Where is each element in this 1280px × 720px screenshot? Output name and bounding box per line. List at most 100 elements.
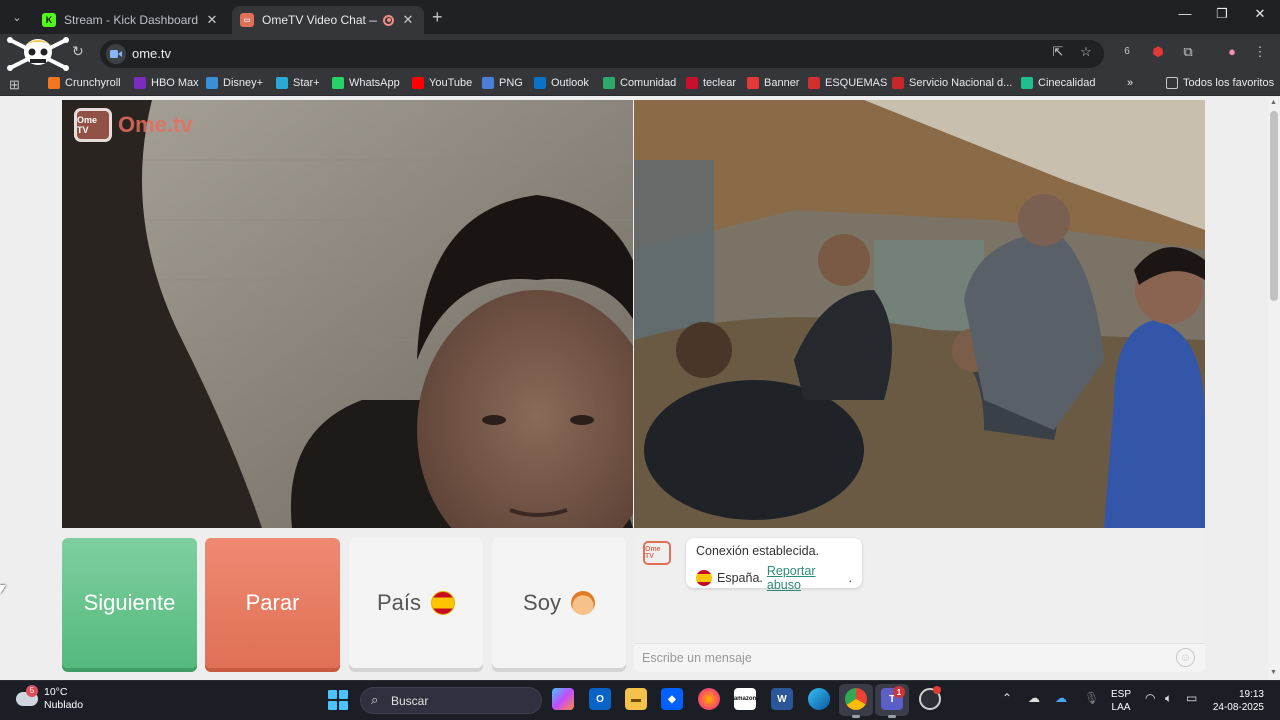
onedrive-icon[interactable]: ☁ [1055,691,1067,705]
bookmarks-overflow-button[interactable]: » [1127,77,1133,89]
scroll-down-icon[interactable]: ▼ [1270,669,1277,676]
page-scrollbar[interactable]: ▲ ▼ [1268,97,1280,680]
copilot-icon[interactable] [552,688,574,710]
apps-button[interactable]: ⊞ [9,77,20,93]
bookmark-item[interactable]: Banner [747,77,799,89]
system-clock[interactable]: 19:13 24-08-2025 [1212,688,1264,714]
next-button[interactable]: Siguiente [62,538,197,668]
teclear-icon [686,77,698,89]
smiley-icon: ☺ [1179,651,1192,664]
bookmark-item[interactable]: PNG [482,77,523,89]
report-abuse-link[interactable]: Reportar abuso [767,564,849,592]
bookmark-label: Crunchyroll [65,77,121,89]
battery-icon[interactable]: ▭ [1186,691,1197,705]
outlook-icon[interactable]: O [589,688,611,710]
folder-icon [1166,77,1178,89]
extensions-button[interactable]: ⧉ [1178,44,1198,60]
bookmark-item[interactable]: Crunchyroll [48,77,121,89]
camera-permission-icon[interactable] [106,44,126,64]
chrome-icon[interactable] [845,688,867,710]
stop-button[interactable]: Parar [205,538,340,668]
logo-badge-text: Ome TV [77,115,98,135]
windows-logo-tile [339,690,348,699]
crunchyroll-icon [48,77,60,89]
scrollbar-thumb[interactable] [1270,111,1278,301]
bookmark-item[interactable]: Servicio Nacional d... [892,77,1012,89]
all-bookmarks-folder[interactable]: Todos los favoritos [1166,77,1274,89]
close-icon: ✕ [1254,6,1266,21]
weather-badge: 5 [26,685,38,697]
ometv-logo-text: Ome.tv [118,112,193,137]
reload-button[interactable]: ↻ [72,43,84,60]
extension-counter[interactable]: 6 [1117,46,1137,57]
language-code: ESP [1111,689,1132,700]
bookmark-item[interactable]: Outlook [534,77,589,89]
gender-select-button[interactable]: Soy [492,538,626,668]
chat-message-input[interactable] [642,648,1162,668]
close-tab-icon[interactable]: ✕ [400,12,416,28]
weather-widget[interactable]: 5 10°C Nublado [16,685,83,712]
file-explorer-icon[interactable]: ▬ [625,688,647,710]
close-window-button[interactable]: ✕ [1245,6,1275,22]
firefox-icon[interactable] [698,688,720,710]
close-tab-icon[interactable]: ✕ [204,12,220,28]
edge-icon[interactable] [808,688,830,710]
boy-avatar-icon [570,591,595,615]
bookmark-item[interactable]: Star+ [276,77,320,89]
microphone-icon[interactable]: 🎙︎ [1084,691,1099,705]
stop-label: Parar [245,590,300,615]
wifi-icon[interactable]: ◠ [1145,691,1155,705]
windows-logo-tile [339,701,348,710]
language-indicator[interactable]: ESP LAA [1111,688,1131,714]
bookmark-item[interactable]: YouTube [412,77,472,89]
cloud-icon: 5 [16,685,38,706]
temperature: 10°C [44,686,68,698]
maximize-button[interactable]: ❐ [1207,6,1237,22]
windows-logo-icon [328,690,337,699]
extension-red-button[interactable]: ⬢ [1148,44,1168,60]
bookmark-label: PNG [499,77,523,89]
bookmark-star-button[interactable]: ☆ [1076,44,1096,60]
install-icon: ⇱ [1052,44,1064,59]
bookmark-item[interactable]: ESQUEMAS [808,77,887,89]
system-message: Conexión establecida. España. Reportar a… [686,538,862,592]
menu-button[interactable]: ⋮ [1250,44,1270,60]
emoji-button[interactable]: ☺ [1176,648,1195,667]
bookmark-label: Disney+ [223,77,264,89]
volume-icon[interactable]: 🔈︎ [1165,691,1172,706]
tab-kick-dashboard[interactable]: K Stream - Kick Dashboard ✕ [34,6,228,34]
tab-search-button[interactable]: ⌄ [6,6,28,28]
new-tab-button[interactable]: + [432,7,443,28]
bookmark-item[interactable]: Comunidad [603,77,676,89]
minimize-icon: — [1178,6,1192,21]
country-select-button[interactable]: País [349,538,483,668]
bookmark-item[interactable]: Disney+ [206,77,263,89]
tab-ometv[interactable]: ▭ OmeTV Video Chat — Ome ✕ [232,6,424,34]
tab-title: OmeTV Video Chat — Ome [262,13,377,27]
scroll-up-icon[interactable]: ▲ [1270,99,1277,106]
minimize-button[interactable]: — [1170,6,1200,21]
bookmark-item[interactable]: WhatsApp [332,77,400,89]
next-label: Siguiente [83,590,176,615]
amazon-icon[interactable]: amazon [734,688,756,710]
clock-time: 19:13 [1238,689,1264,700]
profile-button[interactable]: ● [1222,44,1242,59]
report-suffix: . [848,571,852,585]
onedrive-off-icon[interactable]: ☁ [1028,691,1040,705]
stranger-video-frame [634,100,1205,528]
recording-icon [383,14,394,26]
dropbox-icon[interactable]: ◆ [661,688,683,710]
bookmark-item[interactable]: teclear [686,77,736,89]
taskbar-search[interactable]: ⌕ Buscar [360,687,542,714]
start-button[interactable] [328,690,348,710]
search-icon: ⌕ [371,692,379,707]
apps-grid-icon: ⊞ [9,77,20,92]
address-bar[interactable]: ome.tv [100,40,1104,68]
install-app-button[interactable]: ⇱ [1048,44,1068,60]
kebab-menu-icon: ⋮ [1253,44,1267,59]
word-icon[interactable]: W [771,688,793,710]
bookmark-item[interactable]: HBO Max [134,77,199,89]
tray-overflow-button[interactable]: ⌃ [1002,691,1012,705]
bookmark-label: HBO Max [151,77,199,89]
bookmark-item[interactable]: Cinecalidad [1021,77,1095,89]
